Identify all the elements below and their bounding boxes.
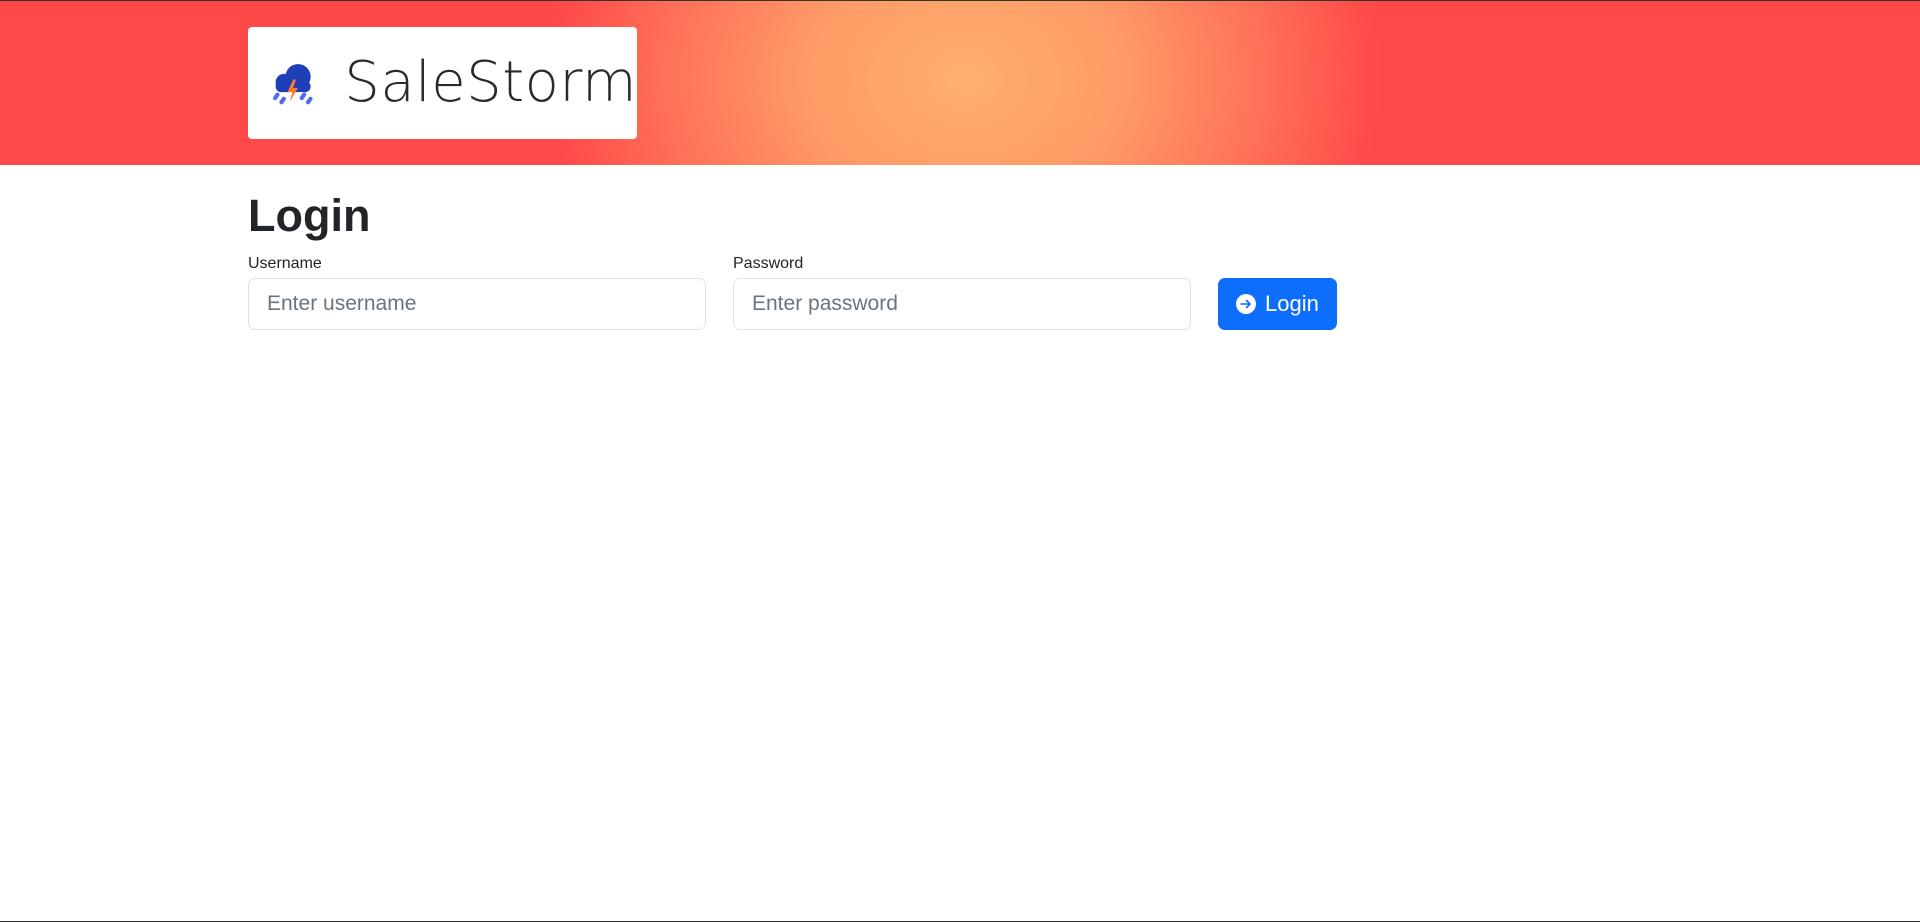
login-button-label: Login [1265,290,1319,316]
arrow-right-circle-icon [1236,293,1256,314]
password-input[interactable] [733,277,1191,330]
header-banner: SaleStorm [0,1,1920,165]
username-field-group: Username [248,255,706,330]
login-page: SaleStorm Login Username Password Login [0,0,1920,922]
login-form: Username Password Login [248,255,1448,330]
login-form-section: Login Username Password Login [248,191,1448,330]
username-input[interactable] [248,277,706,330]
brand-logo: SaleStorm [248,27,637,139]
page-title: Login [248,190,371,241]
password-field-group: Password [733,255,1191,330]
login-button[interactable]: Login [1218,277,1337,330]
brand-name: SaleStorm [344,50,637,115]
password-label: Password [733,254,804,272]
storm-cloud-icon [272,64,313,105]
username-label: Username [248,254,322,272]
